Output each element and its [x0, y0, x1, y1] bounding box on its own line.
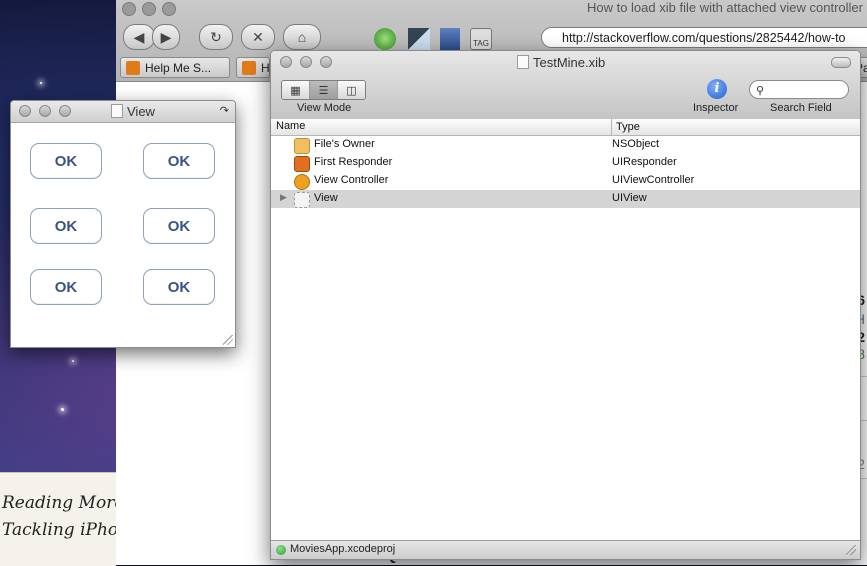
row-name: First Responder: [314, 156, 393, 168]
view-icon: [294, 192, 310, 208]
resize-grip-icon[interactable]: [846, 545, 856, 555]
disclosure-triangle-icon[interactable]: ▶: [280, 192, 287, 203]
view-window-title: View: [111, 104, 155, 119]
view-window: View ↷ OK OK OK OK OK OK: [10, 100, 236, 348]
grid-icon: ▦: [290, 84, 301, 97]
project-status-icon: [276, 545, 286, 555]
xib-toolbar: TestMine.xib ▦ ☰ ◫ View Mode i Inspector…: [271, 51, 860, 120]
xib-window-title: TestMine.xib: [517, 55, 605, 70]
ok-button[interactable]: OK: [30, 208, 102, 244]
favicon-icon: [242, 61, 256, 75]
view-mode-label: View Mode: [297, 102, 352, 114]
row-name: File's Owner: [314, 138, 375, 150]
home-button[interactable]: ⌂: [283, 24, 321, 50]
browser-window-title: How to load xib file with attached view …: [586, 0, 863, 15]
desktop-note-line: Tackling iPho: [2, 520, 119, 540]
home-icon: ⌂: [297, 29, 307, 45]
reload-icon: ↻: [210, 28, 222, 45]
star: [61, 408, 64, 411]
back-button[interactable]: ◀: [123, 24, 155, 50]
document-icon: [111, 104, 123, 118]
ok-button[interactable]: OK: [30, 143, 102, 179]
row-type: NSObject: [612, 138, 660, 150]
rotate-icon[interactable]: ↷: [220, 104, 229, 117]
search-field[interactable]: ⚲: [749, 80, 849, 99]
tag-icon[interactable]: TAG: [470, 28, 492, 50]
columns-icon: ◫: [346, 84, 357, 97]
list-view-mode-button[interactable]: ☰: [309, 81, 337, 99]
row-type: UIView: [612, 192, 647, 204]
desktop-note-line: Reading More: [2, 493, 125, 513]
stop-icon: ✕: [252, 28, 264, 45]
chess-icon[interactable]: [408, 28, 430, 50]
extension-icon[interactable]: [374, 28, 396, 50]
bookmark-tool-icon[interactable]: [440, 28, 460, 50]
column-header-type[interactable]: Type: [611, 119, 640, 135]
document-icon: [517, 55, 529, 69]
project-name[interactable]: MoviesApp.xcodeproj: [290, 543, 395, 555]
browser-minimize-button[interactable]: [142, 2, 156, 16]
back-arrow-icon: ◀: [133, 28, 145, 45]
view-close-button[interactable]: [19, 105, 31, 117]
bookmark-tab-label: Help Me S...: [145, 61, 212, 75]
star: [72, 360, 74, 362]
outline-row[interactable]: First Responder UIResponder: [271, 154, 860, 172]
view-window-title-text: View: [127, 104, 155, 119]
row-name: View Controller: [314, 174, 389, 186]
xib-zoom-button[interactable]: [320, 56, 332, 68]
outline-row[interactable]: File's Owner NSObject: [271, 136, 860, 154]
xib-window-title-text: TestMine.xib: [533, 55, 606, 70]
bookmark-tab[interactable]: H: [236, 57, 270, 78]
row-type: UIResponder: [612, 156, 677, 168]
xib-status-bar: MoviesApp.xcodeproj: [271, 540, 860, 559]
inspector-icon[interactable]: i: [707, 79, 727, 99]
stop-button[interactable]: ✕: [241, 24, 275, 50]
browser-zoom-button[interactable]: [162, 2, 176, 16]
toolbar-toggle-button[interactable]: [831, 57, 851, 68]
reload-button[interactable]: ↻: [199, 24, 233, 50]
list-icon: ☰: [318, 84, 329, 97]
search-icon: ⚲: [756, 85, 765, 97]
ok-button[interactable]: OK: [143, 143, 215, 179]
ok-button[interactable]: OK: [30, 269, 102, 305]
ok-button[interactable]: OK: [143, 269, 215, 305]
icon-view-mode-button[interactable]: ▦: [282, 81, 309, 99]
xib-close-button[interactable]: [280, 56, 292, 68]
column-header-name[interactable]: Name: [276, 120, 305, 132]
bookmark-tab-label: H: [261, 61, 270, 75]
first-responder-icon: [294, 156, 310, 172]
xib-document-window: TestMine.xib ▦ ☰ ◫ View Mode i Inspector…: [270, 50, 861, 560]
favicon-icon: [126, 61, 140, 75]
ok-button[interactable]: OK: [143, 208, 215, 244]
view-controller-icon: [294, 174, 310, 190]
view-zoom-button[interactable]: [59, 105, 71, 117]
xib-minimize-button[interactable]: [300, 56, 312, 68]
column-view-mode-button[interactable]: ◫: [337, 81, 365, 99]
row-name: View: [314, 192, 338, 204]
files-owner-icon: [294, 138, 310, 154]
forward-arrow-icon: ▶: [160, 28, 172, 45]
view-window-titlebar: View ↷: [11, 101, 235, 123]
inspector-label: Inspector: [693, 102, 739, 114]
forward-button[interactable]: ▶: [152, 24, 180, 50]
star: [40, 82, 42, 84]
view-minimize-button[interactable]: [39, 105, 51, 117]
outline-row-selected[interactable]: ▶ View UIView: [271, 190, 860, 208]
bookmark-tab[interactable]: Help Me S...: [120, 57, 230, 78]
desktop-note: Reading More Tackling iPho: [0, 472, 124, 566]
resize-grip-icon[interactable]: [223, 335, 233, 345]
search-field-label: Search Field: [770, 102, 832, 114]
outline-row[interactable]: View Controller UIViewController: [271, 172, 860, 190]
outline-column-header: Name Type: [271, 119, 860, 136]
row-type: UIViewController: [612, 174, 695, 186]
url-bar[interactable]: http://stackoverflow.com/questions/28254…: [541, 27, 867, 48]
view-mode-segmented-control: ▦ ☰ ◫: [281, 80, 366, 100]
browser-close-button[interactable]: [122, 2, 136, 16]
